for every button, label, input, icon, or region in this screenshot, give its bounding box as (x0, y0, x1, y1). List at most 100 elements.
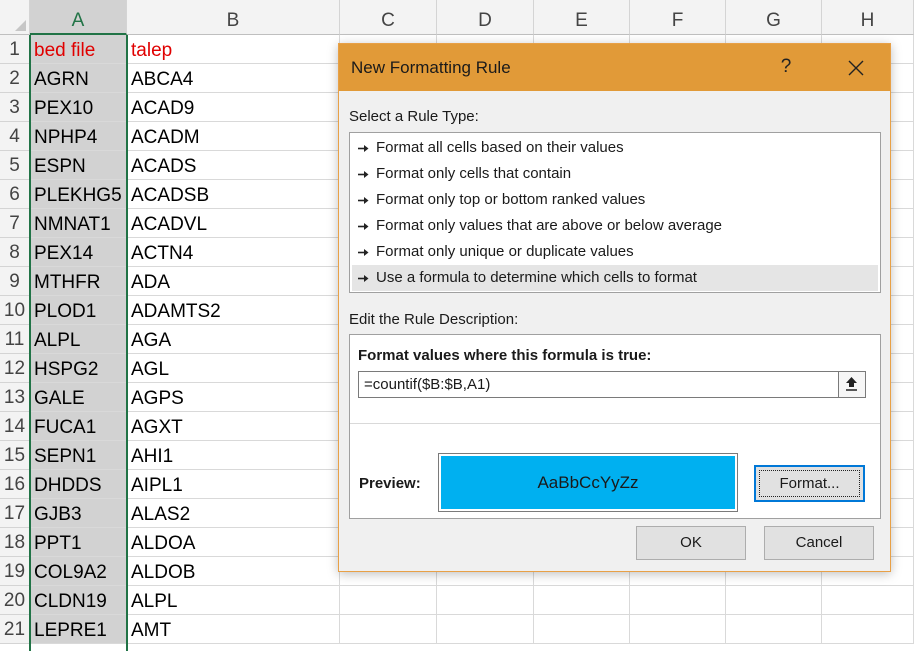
cell-a7[interactable]: NMNAT1 (30, 209, 127, 238)
cell-b5[interactable]: ACADS (127, 151, 340, 180)
select-all-corner[interactable] (0, 0, 30, 35)
row-header[interactable]: 21 (0, 615, 30, 644)
column-header-c[interactable]: C (340, 0, 437, 35)
cell-b11[interactable]: AGA (127, 325, 340, 354)
row-header[interactable]: 13 (0, 383, 30, 412)
cell-a16[interactable]: DHDDS (30, 470, 127, 499)
row-header[interactable]: 9 (0, 267, 30, 296)
row-header[interactable]: 17 (0, 499, 30, 528)
cell-g21[interactable] (726, 615, 822, 644)
rule-type-item[interactable]: Format only values that are above or bel… (352, 213, 878, 239)
cell-a5[interactable]: ESPN (30, 151, 127, 180)
row-header[interactable]: 15 (0, 441, 30, 470)
cell-b15[interactable]: AHI1 (127, 441, 340, 470)
row-header[interactable]: 19 (0, 557, 30, 586)
cell-a4[interactable]: NPHP4 (30, 122, 127, 151)
row-header[interactable]: 1 (0, 35, 30, 64)
column-header-a[interactable]: A (30, 0, 127, 35)
row-header[interactable]: 12 (0, 354, 30, 383)
rule-type-label: Format only top or bottom ranked values (376, 191, 646, 208)
cell-a12[interactable]: HSPG2 (30, 354, 127, 383)
row-header[interactable]: 6 (0, 180, 30, 209)
rule-type-item[interactable]: Format only cells that contain (352, 161, 878, 187)
cell-h21[interactable] (822, 615, 914, 644)
cell-a15[interactable]: SEPN1 (30, 441, 127, 470)
column-header-h[interactable]: H (822, 0, 914, 35)
row-header[interactable]: 18 (0, 528, 30, 557)
cell-d20[interactable] (437, 586, 534, 615)
cell-f21[interactable] (630, 615, 726, 644)
row-header[interactable]: 16 (0, 470, 30, 499)
row-header[interactable]: 10 (0, 296, 30, 325)
cell-g20[interactable] (726, 586, 822, 615)
dialog-title-bar[interactable]: New Formatting Rule ? (339, 44, 890, 91)
cell-b8[interactable]: ACTN4 (127, 238, 340, 267)
close-button[interactable] (836, 44, 876, 91)
cell-b7[interactable]: ACADVL (127, 209, 340, 238)
cell-b19[interactable]: ALDOB (127, 557, 340, 586)
rule-type-item[interactable]: Use a formula to determine which cells t… (352, 265, 878, 291)
cell-a6[interactable]: PLEKHG5 (30, 180, 127, 209)
help-button[interactable]: ? (771, 44, 801, 91)
row-header[interactable]: 7 (0, 209, 30, 238)
cell-b18[interactable]: ALDOA (127, 528, 340, 557)
cell-b13[interactable]: AGPS (127, 383, 340, 412)
column-header-g[interactable]: G (726, 0, 822, 35)
cell-b1[interactable]: talep (127, 35, 340, 64)
column-header-e[interactable]: E (534, 0, 630, 35)
cell-b20[interactable]: ALPL (127, 586, 340, 615)
cell-a18[interactable]: PPT1 (30, 528, 127, 557)
column-header-f[interactable]: F (630, 0, 726, 35)
formula-input[interactable]: =countif($B:$B,A1) (358, 371, 866, 398)
cell-b10[interactable]: ADAMTS2 (127, 296, 340, 325)
cancel-button[interactable]: Cancel (764, 526, 874, 560)
cell-a11[interactable]: ALPL (30, 325, 127, 354)
row-header[interactable]: 3 (0, 93, 30, 122)
row-header[interactable]: 4 (0, 122, 30, 151)
cell-a17[interactable]: GJB3 (30, 499, 127, 528)
row-header[interactable]: 5 (0, 151, 30, 180)
cell-d21[interactable] (437, 615, 534, 644)
row-header[interactable]: 14 (0, 412, 30, 441)
column-header-b[interactable]: B (127, 0, 340, 35)
cell-a13[interactable]: GALE (30, 383, 127, 412)
cell-f20[interactable] (630, 586, 726, 615)
cell-a20[interactable]: CLDN19 (30, 586, 127, 615)
cell-a21[interactable]: LEPRE1 (30, 615, 127, 644)
row-header[interactable]: 20 (0, 586, 30, 615)
cell-c20[interactable] (340, 586, 437, 615)
cell-a19[interactable]: COL9A2 (30, 557, 127, 586)
column-header-d[interactable]: D (437, 0, 534, 35)
row-header[interactable]: 8 (0, 238, 30, 267)
cell-b21[interactable]: AMT (127, 615, 340, 644)
row-header[interactable]: 11 (0, 325, 30, 354)
cell-a3[interactable]: PEX10 (30, 93, 127, 122)
cell-a8[interactable]: PEX14 (30, 238, 127, 267)
cell-b17[interactable]: ALAS2 (127, 499, 340, 528)
cell-a2[interactable]: AGRN (30, 64, 127, 93)
rule-type-item[interactable]: Format all cells based on their values (352, 135, 878, 161)
cell-c21[interactable] (340, 615, 437, 644)
cell-b12[interactable]: AGL (127, 354, 340, 383)
cell-b14[interactable]: AGXT (127, 412, 340, 441)
collapse-dialog-button[interactable] (838, 372, 865, 397)
format-button[interactable]: Format... (754, 465, 865, 502)
cell-e21[interactable] (534, 615, 630, 644)
cell-a9[interactable]: MTHFR (30, 267, 127, 296)
row-header[interactable]: 2 (0, 64, 30, 93)
cell-b6[interactable]: ACADSB (127, 180, 340, 209)
cell-b3[interactable]: ACAD9 (127, 93, 340, 122)
ok-button[interactable]: OK (636, 526, 746, 560)
cell-b4[interactable]: ACADM (127, 122, 340, 151)
rule-type-item[interactable]: Format only top or bottom ranked values (352, 187, 878, 213)
rule-type-item[interactable]: Format only unique or duplicate values (352, 239, 878, 265)
rule-type-list[interactable]: Format all cells based on their values Fo… (349, 132, 881, 293)
cell-b16[interactable]: AIPL1 (127, 470, 340, 499)
cell-e20[interactable] (534, 586, 630, 615)
cell-a14[interactable]: FUCA1 (30, 412, 127, 441)
cell-b9[interactable]: ADA (127, 267, 340, 296)
cell-h20[interactable] (822, 586, 914, 615)
cell-a1[interactable]: bed file (30, 35, 127, 64)
cell-b2[interactable]: ABCA4 (127, 64, 340, 93)
cell-a10[interactable]: PLOD1 (30, 296, 127, 325)
